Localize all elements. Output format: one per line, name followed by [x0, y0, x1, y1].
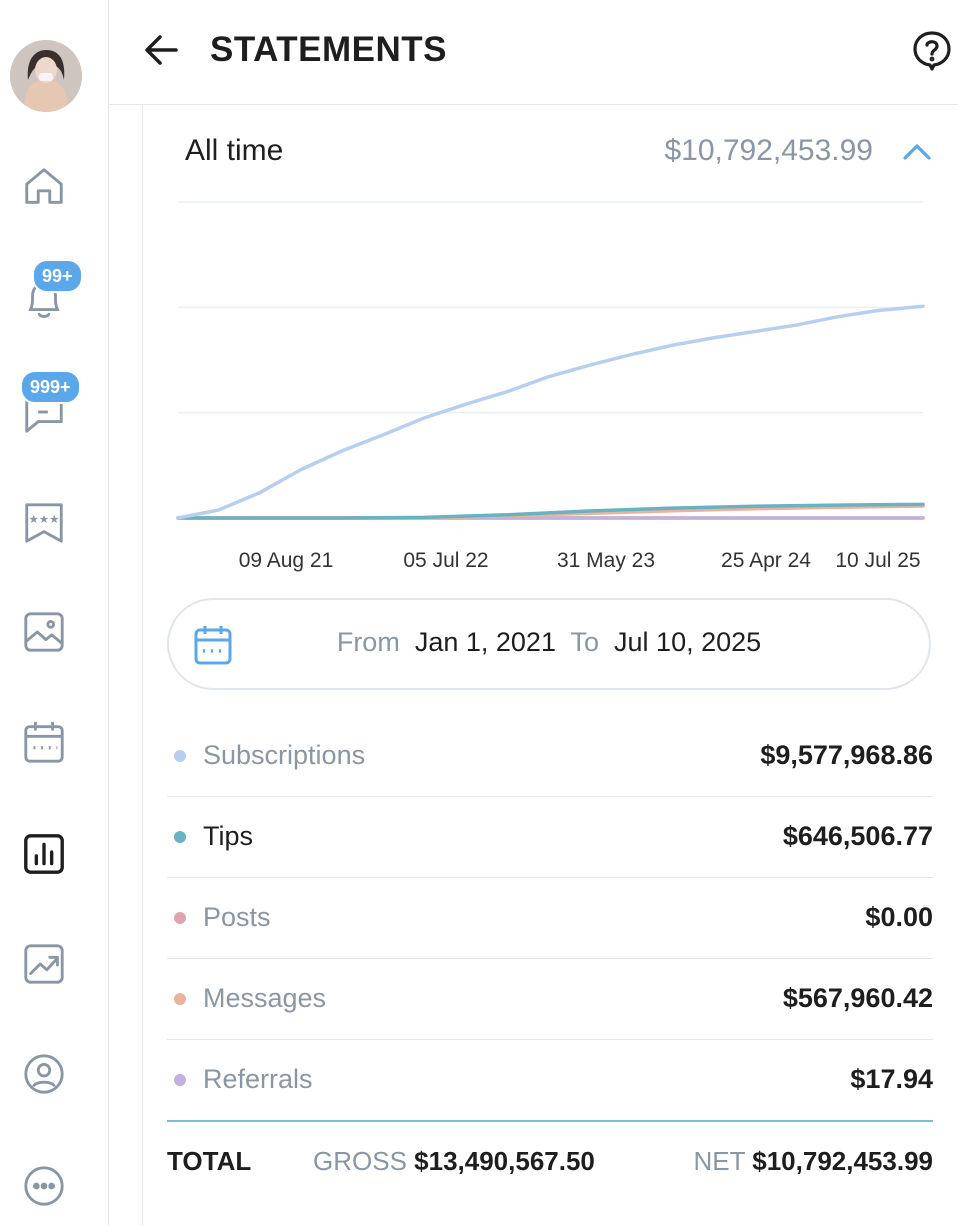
page-header: STATEMENTS — [108, 0, 958, 105]
messages-badge: 999+ — [20, 370, 81, 404]
referrals-legend-dot — [174, 1074, 186, 1086]
breakdown-row-posts[interactable]: Posts $0.00 — [167, 878, 933, 959]
row-value: $646,506.77 — [782, 821, 933, 851]
x-tick-label: 09 Aug 21 — [239, 549, 334, 572]
net-label: NET — [693, 1146, 746, 1176]
x-tick-label: 31 May 23 — [557, 549, 655, 572]
row-value: $567,960.42 — [782, 983, 933, 1013]
image-icon[interactable] — [20, 608, 68, 656]
messages-legend-dot — [174, 993, 186, 1005]
totals-row: TOTAL GROSS $13,490,567.50 NET $10,792,4… — [167, 1146, 933, 1186]
gross-total: GROSS $13,490,567.50 — [313, 1146, 595, 1177]
row-label: Tips — [203, 821, 254, 851]
breakdown-row-subscriptions[interactable]: Subscriptions $9,577,968.86 — [167, 716, 933, 797]
back-arrow-icon[interactable] — [142, 30, 182, 70]
breakdown-row-tips[interactable]: Tips $646,506.77 — [167, 797, 933, 878]
from-label: From — [336, 627, 400, 657]
from-date[interactable]: Jan 1, 2021 — [415, 627, 556, 657]
row-label: Messages — [203, 983, 327, 1013]
calendar-icon[interactable] — [20, 718, 68, 766]
trend-chart-icon[interactable] — [20, 940, 68, 988]
row-label: Subscriptions — [203, 740, 366, 770]
to-date[interactable]: Jul 10, 2025 — [614, 627, 761, 657]
earnings-chart: 09 Aug 21 05 Jul 22 31 May 23 25 Apr 24 10 J… — [176, 201, 925, 572]
subscriptions-legend-dot — [174, 750, 186, 762]
breakdown-row-messages[interactable]: Messages $567,960.42 — [167, 959, 933, 1040]
total-label: TOTAL — [167, 1146, 252, 1176]
x-tick-label: 25 Apr 24 — [721, 549, 811, 572]
gross-value: $13,490,567.50 — [414, 1146, 595, 1176]
net-total: NET $10,792,453.99 — [694, 1146, 934, 1177]
breakdown-list: Subscriptions $9,577,968.86 Tips $646,50… — [167, 716, 933, 1122]
date-range-picker[interactable]: From Jan 1, 2021 To Jul 10, 2025 — [167, 598, 931, 690]
breakdown-row-referrals[interactable]: Referrals $17.94 — [167, 1040, 933, 1122]
help-icon[interactable] — [912, 30, 952, 72]
profile-icon[interactable] — [20, 1050, 68, 1098]
row-label: Posts — [203, 902, 271, 932]
date-range-text: From Jan 1, 2021 To Jul 10, 2025 — [169, 627, 929, 658]
more-icon[interactable] — [20, 1162, 68, 1210]
row-value: $0.00 — [865, 902, 933, 932]
statistics-icon[interactable] — [20, 830, 68, 878]
gross-label: GROSS — [313, 1146, 407, 1176]
page-title: STATEMENTS — [210, 30, 448, 69]
avatar-image — [10, 40, 82, 112]
avatar[interactable] — [10, 40, 82, 112]
row-value: $17.94 — [850, 1064, 933, 1094]
row-value: $9,577,968.86 — [760, 740, 933, 770]
statement-card: All time $10,792,453.99 09 Aug 21 05 Jul … — [142, 104, 958, 1226]
tips-legend-dot — [174, 831, 186, 843]
to-label: To — [570, 627, 600, 657]
x-tick-label: 05 Jul 22 — [403, 549, 488, 572]
row-label: Referrals — [203, 1064, 313, 1094]
home-icon[interactable] — [20, 162, 68, 210]
notifications-badge: 99+ — [32, 259, 83, 293]
sidebar: 99+ 999+ ★★★ — [0, 0, 109, 1226]
chart-x-ticks: 09 Aug 21 05 Jul 22 31 May 23 25 Apr 24 10 J… — [239, 549, 921, 572]
bookmark-stars-icon[interactable]: ★★★ — [20, 498, 68, 546]
posts-legend-dot — [174, 912, 186, 924]
chart-grid — [178, 201, 923, 519]
svg-text:★★★: ★★★ — [29, 512, 60, 526]
x-tick-label: 10 Jul 25 — [835, 549, 920, 572]
net-value: $10,792,453.99 — [752, 1146, 933, 1176]
